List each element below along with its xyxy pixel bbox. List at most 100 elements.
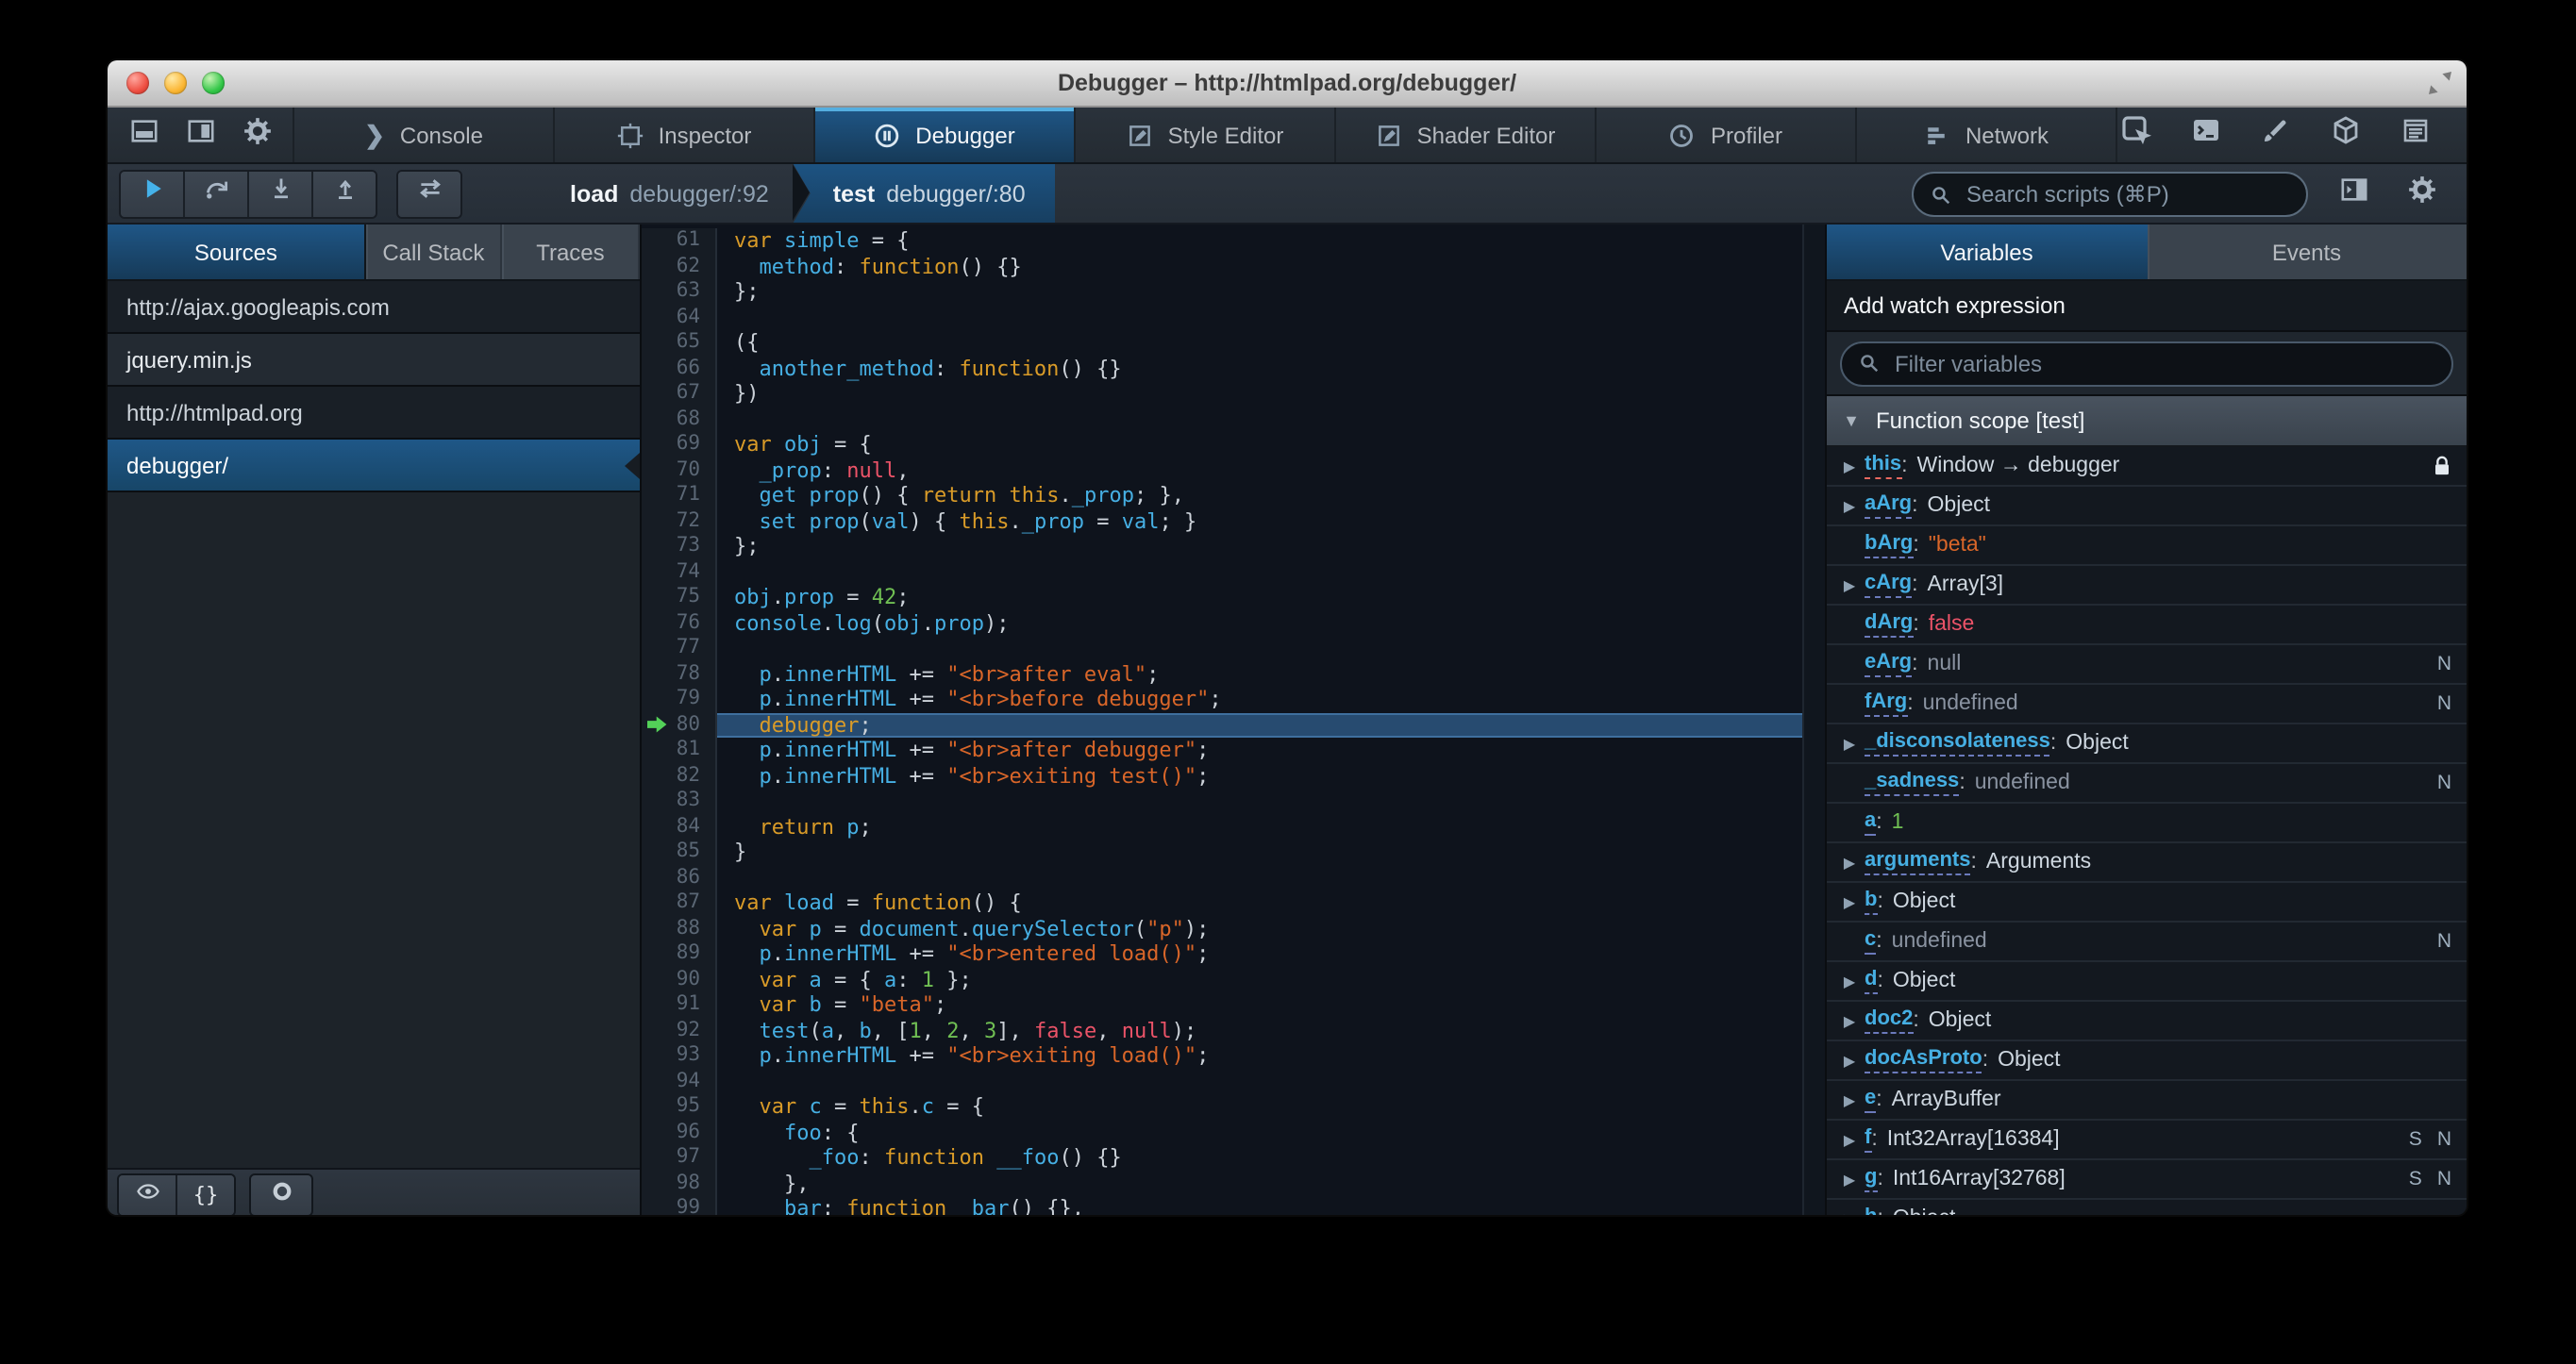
line-number[interactable]: 85 [642, 840, 717, 865]
code-line-92[interactable]: 92 test(a, b, [1, 2, 3], false, null); [642, 1018, 1825, 1043]
line-number[interactable]: 84 [642, 814, 717, 840]
line-number[interactable]: 75 [642, 585, 717, 610]
chevron-right-icon[interactable]: ▶ [1834, 497, 1865, 514]
line-number[interactable]: 95 [642, 1094, 717, 1120]
editor-scrollbar[interactable] [1802, 225, 1825, 1215]
search-scripts-input[interactable] [1963, 179, 2272, 209]
code-line-95[interactable]: 95 var c = this.c = { [642, 1094, 1825, 1120]
chevron-right-icon[interactable]: ▶ [1834, 1210, 1865, 1215]
code-line-89[interactable]: 89 p.innerHTML += "<br>entered load()"; [642, 941, 1825, 967]
blackbox-source-button[interactable] [119, 1175, 177, 1215]
line-number[interactable]: 68 [642, 407, 717, 432]
tab-profiler[interactable]: Profiler [1597, 108, 1857, 162]
code-line-79[interactable]: 79 p.innerHTML += "<br>before debugger"; [642, 687, 1825, 712]
tab-style-editor[interactable]: Style Editor [1076, 108, 1336, 162]
code-line-83[interactable]: 83 [642, 789, 1825, 814]
chevron-right-icon[interactable]: ▶ [1834, 1012, 1865, 1029]
code-line-61[interactable]: 61 var simple = { [642, 228, 1825, 254]
line-number[interactable]: 74 [642, 559, 717, 585]
line-number[interactable]: 88 [642, 916, 717, 941]
line-number[interactable]: 76 [642, 610, 717, 636]
line-number[interactable]: 93 [642, 1043, 717, 1069]
line-number[interactable]: 69 [642, 432, 717, 457]
breadcrumb-frame-load[interactable]: load debugger/:92 [545, 164, 794, 223]
toggle-breakpoints-button[interactable] [249, 1173, 313, 1215]
tilt-3d-button[interactable] [2327, 116, 2365, 154]
line-number[interactable]: 80 [642, 712, 717, 738]
variable-row-carg[interactable]: ▶ cArg: Array[3] [1827, 566, 2467, 606]
sources-tab-traces[interactable]: Traces [503, 225, 640, 279]
line-number[interactable]: 78 [642, 661, 717, 687]
tab-shader-editor[interactable]: Shader Editor [1336, 108, 1597, 162]
line-number[interactable]: 86 [642, 865, 717, 890]
code-line-99[interactable]: 99 bar: function _bar() {}, [642, 1196, 1825, 1215]
code-line-76[interactable]: 76 console.log(obj.prop); [642, 610, 1825, 636]
code-line-62[interactable]: 62 method: function() {} [642, 254, 1825, 279]
variable-row-docasproto[interactable]: ▶ docAsProto: Object [1827, 1041, 2467, 1081]
code-line-72[interactable]: 72 set prop(val) { this._prop = val; } [642, 508, 1825, 534]
resume-button[interactable] [121, 171, 185, 216]
dock-bottom-button[interactable] [125, 116, 162, 154]
chevron-right-icon[interactable]: ▶ [1834, 1091, 1865, 1108]
line-number[interactable]: 90 [642, 967, 717, 992]
variable-row-c[interactable]: c: undefined N [1827, 923, 2467, 962]
code-line-85[interactable]: 85} [642, 840, 1825, 865]
line-number[interactable]: 82 [642, 763, 717, 789]
code-line-75[interactable]: 75 obj.prop = 42; [642, 585, 1825, 610]
code-line-86[interactable]: 86 [642, 865, 1825, 890]
variable-row-barg[interactable]: bArg: "beta" [1827, 526, 2467, 566]
sources-tab-call-stack[interactable]: Call Stack [366, 225, 503, 279]
variable-row-darg[interactable]: dArg: false [1827, 606, 2467, 645]
source-item-http-ajax-googleapis-com[interactable]: http://ajax.googleapis.com [108, 281, 640, 334]
gear-button[interactable] [238, 116, 276, 154]
variable-row-b[interactable]: ▶ b: Object [1827, 883, 2467, 923]
source-item-http-htmlpad-org[interactable]: http://htmlpad.org [108, 387, 640, 440]
code-line-81[interactable]: 81 p.innerHTML += "<br>after debugger"; [642, 738, 1825, 763]
variable-row-e[interactable]: ▶ e: ArrayBuffer [1827, 1081, 2467, 1121]
variables-tab-variables[interactable]: Variables [1827, 225, 2147, 279]
close-button[interactable] [126, 72, 149, 94]
chevron-right-icon[interactable]: ▶ [1834, 576, 1865, 593]
code-line-78[interactable]: 78 p.innerHTML += "<br>after eval"; [642, 661, 1825, 687]
line-number[interactable]: 70 [642, 457, 717, 483]
line-number[interactable]: 67 [642, 381, 717, 407]
code-line-94[interactable]: 94 [642, 1069, 1825, 1094]
code-line-88[interactable]: 88 var p = document.querySelector("p"); [642, 916, 1825, 941]
line-number[interactable]: 91 [642, 992, 717, 1018]
variable-row-farg[interactable]: fArg: undefined N [1827, 685, 2467, 724]
fullscreen-resize-icon[interactable] [2427, 70, 2453, 96]
code-line-97[interactable]: 97 _foo: function __foo() {} [642, 1145, 1825, 1171]
code-line-77[interactable]: 77 [642, 636, 1825, 661]
code-line-68[interactable]: 68 [642, 407, 1825, 432]
line-number[interactable]: 65 [642, 330, 717, 356]
variable-row--sadness[interactable]: _sadness: undefined N [1827, 764, 2467, 804]
line-number[interactable]: 98 [642, 1171, 717, 1196]
line-number[interactable]: 61 [642, 228, 717, 254]
titlebar[interactable]: Debugger – http://htmlpad.org/debugger/ [108, 60, 2467, 108]
code-line-65[interactable]: 65 ({ [642, 330, 1825, 356]
chevron-right-icon[interactable]: ▶ [1834, 1131, 1865, 1148]
line-number[interactable]: 77 [642, 636, 717, 661]
variable-row-g[interactable]: ▶ g: Int16Array[32768] S N [1827, 1160, 2467, 1200]
variable-row--disconsolateness[interactable]: ▶ _disconsolateness: Object [1827, 724, 2467, 764]
code-line-93[interactable]: 93 p.innerHTML += "<br>exiting load()"; [642, 1043, 1825, 1069]
sources-tab-sources[interactable]: Sources [108, 225, 366, 279]
code-line-90[interactable]: 90 var a = { a: 1 }; [642, 967, 1825, 992]
variable-row-earg[interactable]: eArg: null N [1827, 645, 2467, 685]
code-line-70[interactable]: 70 _prop: null, [642, 457, 1825, 483]
paintbrush-button[interactable] [2257, 116, 2295, 154]
variables-tab-events[interactable]: Events [2147, 225, 2467, 279]
code-line-66[interactable]: 66 another_method: function() {} [642, 356, 1825, 381]
variable-row-f[interactable]: ▶ f: Int32Array[16384] S N [1827, 1121, 2467, 1160]
tab-debugger[interactable]: Debugger [815, 108, 1076, 162]
line-number[interactable]: 72 [642, 508, 717, 534]
step-out-button[interactable] [313, 171, 376, 216]
code-line-73[interactable]: 73}; [642, 534, 1825, 559]
add-watch-expression[interactable]: Add watch expression [1827, 281, 2467, 332]
source-editor[interactable]: 61 var simple = {62 method: function() {}… [642, 225, 1825, 1215]
variable-row-h[interactable]: ▶h: Object [1827, 1200, 2467, 1215]
variable-row-this[interactable]: ▶ this: Window → debugger [1827, 447, 2467, 487]
chevron-right-icon[interactable]: ▶ [1834, 735, 1865, 752]
line-number[interactable]: 89 [642, 941, 717, 967]
code-line-67[interactable]: 67}) [642, 381, 1825, 407]
